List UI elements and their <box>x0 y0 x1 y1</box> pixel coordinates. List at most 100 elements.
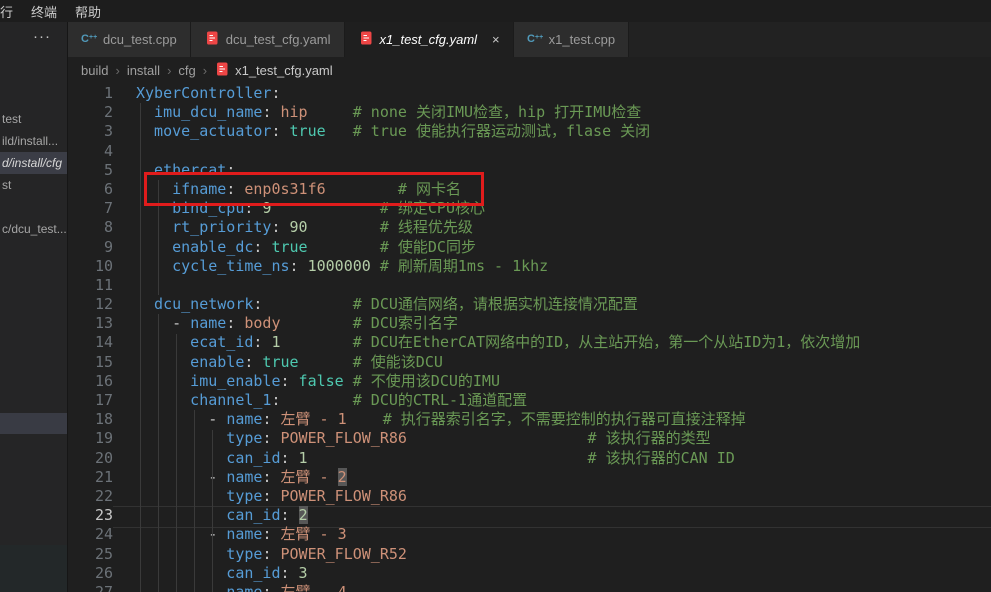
sidebar-item-2[interactable]: ild/install... <box>0 130 67 152</box>
code-line-27: - name: 左臂 - 4 <box>136 583 860 592</box>
line-number-18[interactable]: 18 <box>68 410 113 429</box>
code-token: 左臂 - <box>271 468 337 486</box>
menu-item-2[interactable]: 终端 <box>22 2 66 21</box>
code-token: - <box>136 314 190 332</box>
sidebar-item-3[interactable]: d/install/cfg <box>0 152 67 174</box>
menu-item-3[interactable]: 帮助 <box>66 2 110 21</box>
line-number-6[interactable]: 6 <box>68 180 113 199</box>
code-line-22: type: POWER_FLOW_R86 <box>136 487 860 506</box>
sidebar-item-1[interactable]: test <box>0 108 67 130</box>
line-number-5[interactable]: 5 <box>68 161 113 180</box>
line-number-12[interactable]: 12 <box>68 295 113 314</box>
code-token: 左臂 - 4 <box>271 583 346 592</box>
code-line-17: channel_1: # DCU的CTRL-1通道配置 <box>136 391 860 410</box>
code-line-18: - name: 左臂 - 1 # 执行器索引名字，不需要控制的执行器可直接注释掉 <box>136 410 860 429</box>
code-token: dcu_network <box>136 295 253 313</box>
line-number-15[interactable]: 15 <box>68 353 113 372</box>
code-token: type <box>136 545 262 563</box>
sidebar-bottom-panel <box>0 545 67 592</box>
sidebar-item-5[interactable]: c/dcu_test... <box>0 218 67 240</box>
line-number-17[interactable]: 17 <box>68 391 113 410</box>
breadcrumb-segment-cfg[interactable]: cfg <box>178 63 195 78</box>
code-token: name <box>226 468 262 486</box>
line-number-8[interactable]: 8 <box>68 218 113 237</box>
code-token: 1000000 <box>299 257 371 275</box>
line-number-21[interactable]: 21 <box>68 468 113 487</box>
code-token: : <box>271 84 280 102</box>
line-number-24[interactable]: 24 <box>68 525 113 544</box>
line-number-20[interactable]: 20 <box>68 449 113 468</box>
menu-item-1[interactable]: 行 <box>0 2 22 21</box>
line-number-26[interactable]: 26 <box>68 564 113 583</box>
svg-text:++: ++ <box>89 34 97 41</box>
code-token: : <box>271 122 280 140</box>
code-token: 1 <box>290 449 308 467</box>
annotation-box <box>144 172 484 206</box>
line-number-16[interactable]: 16 <box>68 372 113 391</box>
yaml-file-icon <box>358 30 374 49</box>
line-number-4[interactable]: 4 <box>68 142 113 161</box>
comment-token: # none 关闭IMU检查，hip 打开IMU检查 <box>308 103 642 121</box>
line-number-gutter[interactable]: 1234567891011121314151617181920212223242… <box>68 84 113 592</box>
code-token: ecat_id <box>136 333 253 351</box>
code-token: POWER_FLOW_R52 <box>271 545 406 563</box>
comment-token: # 刷新周期1ms - 1khz <box>371 257 548 275</box>
line-number-14[interactable]: 14 <box>68 333 113 352</box>
code-line-23: can_id: 2 <box>136 506 860 525</box>
breadcrumb-file[interactable]: x1_test_cfg.yaml <box>214 61 333 80</box>
code-line-21: - name: 左臂 - 2 <box>136 468 860 487</box>
breadcrumb-segment-build[interactable]: build <box>81 63 108 78</box>
line-number-22[interactable]: 22 <box>68 487 113 506</box>
line-number-11[interactable]: 11 <box>68 276 113 295</box>
breadcrumb: build›install›cfg›x1_test_cfg.yaml <box>68 57 991 83</box>
line-number-3[interactable]: 3 <box>68 122 113 141</box>
code-token: : <box>226 314 235 332</box>
code-token: imu_dcu_name <box>136 103 262 121</box>
tab-x1-test-cfg-yaml[interactable]: x1_test_cfg.yaml× <box>345 22 514 57</box>
line-number-7[interactable]: 7 <box>68 199 113 218</box>
code-token: type <box>136 429 262 447</box>
svg-text:++: ++ <box>535 34 543 41</box>
line-number-1[interactable]: 1 <box>68 84 113 103</box>
indent-guide-1 <box>140 103 141 592</box>
yaml-file-icon <box>204 30 220 49</box>
code-token: true <box>253 353 298 371</box>
code-token: : <box>281 372 290 390</box>
tab-label: dcu_test.cpp <box>103 32 177 47</box>
code-line-12: dcu_network: # DCU通信网络，请根据实机连接情况配置 <box>136 295 860 314</box>
sidebar-item-4[interactable]: st <box>0 174 67 196</box>
line-number-23[interactable]: 23 <box>68 506 113 525</box>
tab-dcu-test-cfg-yaml[interactable]: dcu_test_cfg.yaml <box>191 22 345 57</box>
code-line-15: enable: true # 使能该DCU <box>136 353 860 372</box>
line-number-13[interactable]: 13 <box>68 314 113 333</box>
comment-token: # DCU的CTRL-1通道配置 <box>281 391 528 409</box>
tab-x1-test-cpp[interactable]: C++x1_test.cpp <box>514 22 630 57</box>
line-number-2[interactable]: 2 <box>68 103 113 122</box>
code-line-4 <box>136 142 860 161</box>
code-line-3: move_actuator: true # true 使能执行器运动测试，fla… <box>136 122 860 141</box>
line-number-27[interactable]: 27 <box>68 583 113 592</box>
sidebar-selected-empty-row[interactable] <box>0 413 67 434</box>
code-line-14: ecat_id: 1 # DCU在EtherCAT网络中的ID，从主站开始，第一… <box>136 333 860 352</box>
line-number-9[interactable]: 9 <box>68 238 113 257</box>
code-token: channel_1 <box>136 391 271 409</box>
line-number-10[interactable]: 10 <box>68 257 113 276</box>
more-actions-icon[interactable]: ··· <box>33 28 51 45</box>
tab-dcu-test-cpp[interactable]: C++dcu_test.cpp <box>68 22 191 57</box>
code-line-13: - name: body # DCU索引名字 <box>136 314 860 333</box>
line-number-25[interactable]: 25 <box>68 545 113 564</box>
comment-token: # 使能该DCU <box>299 353 443 371</box>
code-token: name <box>190 314 226 332</box>
code-token: name <box>226 583 262 592</box>
comment-token: # DCU在EtherCAT网络中的ID，从主站开始，第一个从站ID为1，依次增… <box>281 333 861 351</box>
code-editor[interactable]: 1234567891011121314151617181920212223242… <box>68 83 991 592</box>
code-line-11 <box>136 276 860 295</box>
code-token: 左臂 - 1 <box>271 410 346 428</box>
editor-tab-bar: C++dcu_test.cppdcu_test_cfg.yamlx1_test_… <box>68 22 991 57</box>
close-icon[interactable]: × <box>492 32 500 47</box>
code-token: 90 <box>281 218 308 236</box>
line-number-19[interactable]: 19 <box>68 429 113 448</box>
code-token: - <box>136 410 226 428</box>
breadcrumb-segment-install[interactable]: install <box>127 63 160 78</box>
code-token: true <box>262 238 307 256</box>
